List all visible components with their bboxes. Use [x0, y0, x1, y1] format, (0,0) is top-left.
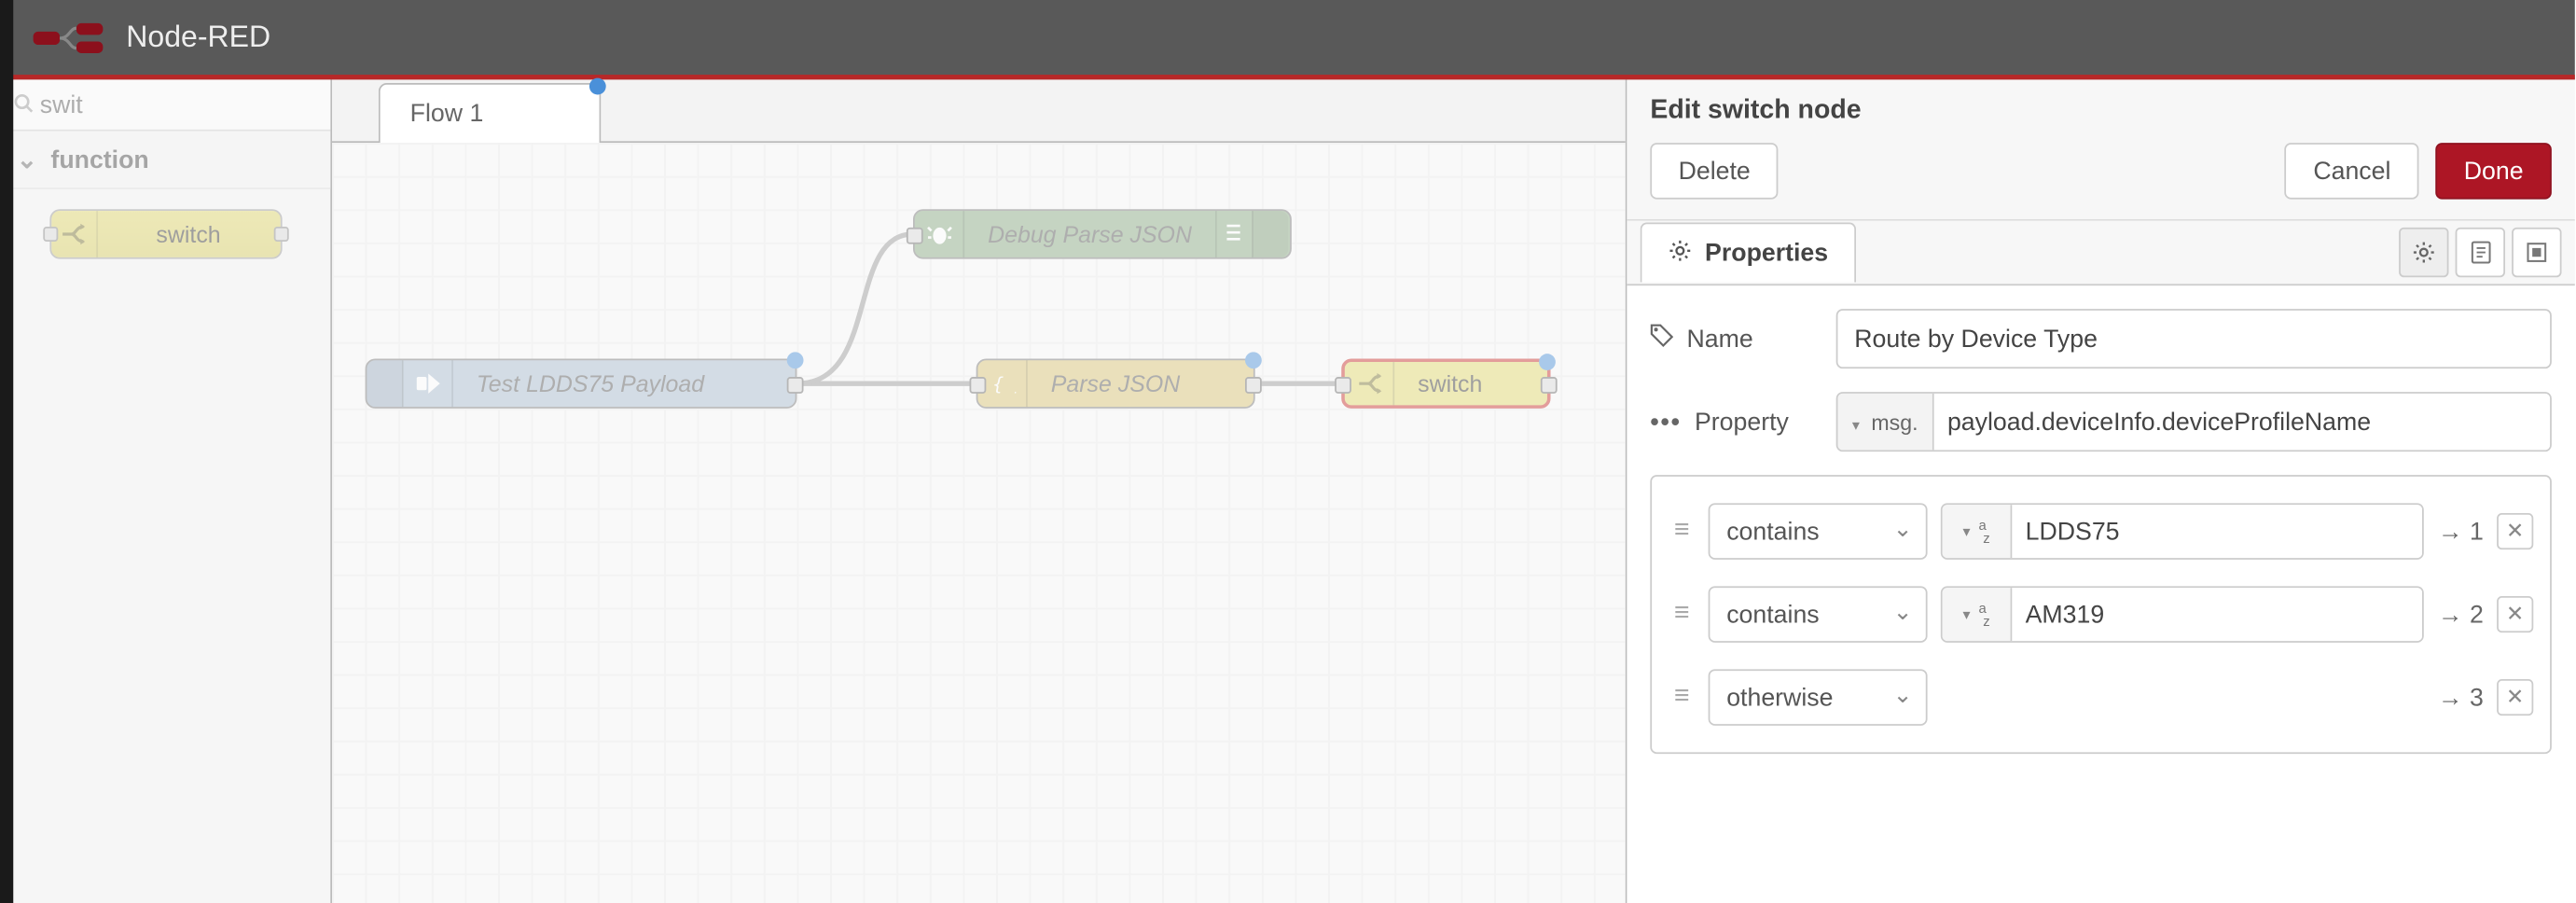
node-label: switch	[1394, 370, 1505, 396]
node-output-port[interactable]	[787, 377, 804, 394]
palette-node-switch[interactable]: switch	[49, 209, 282, 258]
edit-panel-title: Edit switch node	[1650, 96, 2552, 126]
done-button[interactable]: Done	[2436, 143, 2552, 200]
rule-value-input[interactable]: az	[1941, 503, 2425, 560]
delete-button[interactable]: Delete	[1650, 143, 1779, 200]
palette-category-header[interactable]: ⌄ function	[0, 132, 330, 189]
name-label: Name	[1686, 325, 1752, 353]
rule-operator-select[interactable]: contains	[1709, 586, 1928, 643]
node-port	[273, 227, 288, 242]
tag-icon	[1650, 324, 1673, 354]
node-red-logo-icon	[30, 19, 109, 55]
ellipsis-icon: •••	[1650, 408, 1681, 436]
tab-properties[interactable]: Properties	[1641, 223, 1857, 283]
palette-node-label: switch	[97, 221, 280, 247]
rule-output-label: → 1	[2438, 517, 2484, 545]
node-debug[interactable]: Debug Parse JSON	[913, 209, 1292, 258]
node-output-port[interactable]	[1541, 377, 1558, 394]
node-label: Parse JSON	[1028, 370, 1203, 396]
palette-search-input[interactable]	[40, 90, 370, 118]
node-switch[interactable]: switch	[1341, 358, 1550, 408]
switch-icon	[50, 211, 97, 257]
rule-row: ≡ contains az → 1 ✕	[1669, 490, 2533, 573]
node-description-button[interactable]	[2456, 228, 2505, 277]
node-output-port[interactable]	[1245, 377, 1262, 394]
workspace: Flow 1 Test LDDS75 Payload	[332, 79, 1626, 903]
rule-value-field[interactable]	[2012, 588, 2423, 641]
palette-search[interactable]: ×	[0, 79, 330, 131]
palette-category-label: function	[50, 146, 148, 174]
rule-row: ≡ otherwise → 3 ✕	[1669, 656, 2533, 739]
node-inject[interactable]: Test LDDS75 Payload	[366, 358, 797, 408]
value-type-selector[interactable]: az	[1943, 505, 2013, 558]
name-input[interactable]	[1836, 309, 2552, 368]
inject-button[interactable]	[367, 360, 403, 407]
rule-value-input[interactable]: az	[1941, 586, 2425, 643]
remove-rule-button[interactable]: ✕	[2497, 679, 2533, 715]
edit-panel: Edit switch node Delete Cancel Done Prop…	[1626, 79, 2575, 903]
palette-sidebar: × ⌄ function switch	[0, 79, 332, 903]
changed-indicator-icon	[589, 78, 606, 95]
rule-output-label: → 2	[2438, 600, 2484, 628]
tab-flow1[interactable]: Flow 1	[379, 83, 602, 143]
changed-indicator-icon	[1245, 352, 1262, 368]
remove-rule-button[interactable]: ✕	[2497, 596, 2533, 632]
property-value-input[interactable]	[1934, 394, 2550, 451]
node-settings-button[interactable]	[2399, 228, 2448, 277]
changed-indicator-icon	[1539, 354, 1556, 370]
property-label: Property	[1695, 408, 1789, 436]
rule-value-field[interactable]	[2012, 505, 2423, 558]
node-input-port[interactable]	[907, 228, 923, 244]
search-icon	[13, 92, 33, 118]
node-port	[42, 227, 57, 242]
rules-list: ≡ contains az → 1 ✕ ≡ contains az	[1650, 475, 2552, 754]
drag-handle-icon[interactable]: ≡	[1669, 600, 1695, 630]
app-title: Node-RED	[126, 20, 270, 54]
svg-text:{ }: { }	[992, 373, 1016, 395]
app-header: Node-RED	[0, 0, 2575, 79]
tab-properties-label: Properties	[1705, 239, 1828, 267]
chevron-down-icon: ⌄	[17, 145, 37, 174]
flow-canvas[interactable]: Test LDDS75 Payload { } Parse JSON Debug	[332, 143, 1626, 903]
changed-indicator-icon	[787, 352, 804, 368]
node-input-port[interactable]	[1335, 377, 1351, 394]
rule-operator-select[interactable]: contains	[1709, 503, 1928, 560]
debug-toggle-icon[interactable]	[1215, 211, 1252, 257]
rule-output-label: → 3	[2438, 683, 2484, 711]
node-label: Debug Parse JSON	[964, 221, 1215, 247]
flow-tab-bar: Flow 1	[332, 79, 1626, 143]
debug-enable-button[interactable]	[1252, 211, 1288, 257]
remove-rule-button[interactable]: ✕	[2497, 513, 2533, 549]
node-input-port[interactable]	[970, 377, 987, 394]
cancel-button[interactable]: Cancel	[2285, 143, 2419, 200]
node-appearance-button[interactable]	[2512, 228, 2561, 277]
inject-icon	[404, 360, 453, 407]
tab-label: Flow 1	[410, 100, 484, 128]
rule-row: ≡ contains az → 2 ✕	[1669, 573, 2533, 656]
value-type-selector[interactable]: az	[1943, 588, 2013, 641]
property-type-selector[interactable]: msg.	[1837, 394, 1933, 451]
property-input[interactable]: msg.	[1836, 392, 2552, 452]
drag-handle-icon[interactable]: ≡	[1669, 517, 1695, 547]
node-json[interactable]: { } Parse JSON	[976, 358, 1255, 408]
node-label: Test LDDS75 Payload	[453, 370, 727, 396]
switch-icon	[1345, 362, 1394, 405]
drag-handle-icon[interactable]: ≡	[1669, 683, 1695, 713]
rule-operator-select[interactable]: otherwise	[1709, 669, 1928, 726]
gear-icon	[1669, 238, 1692, 268]
